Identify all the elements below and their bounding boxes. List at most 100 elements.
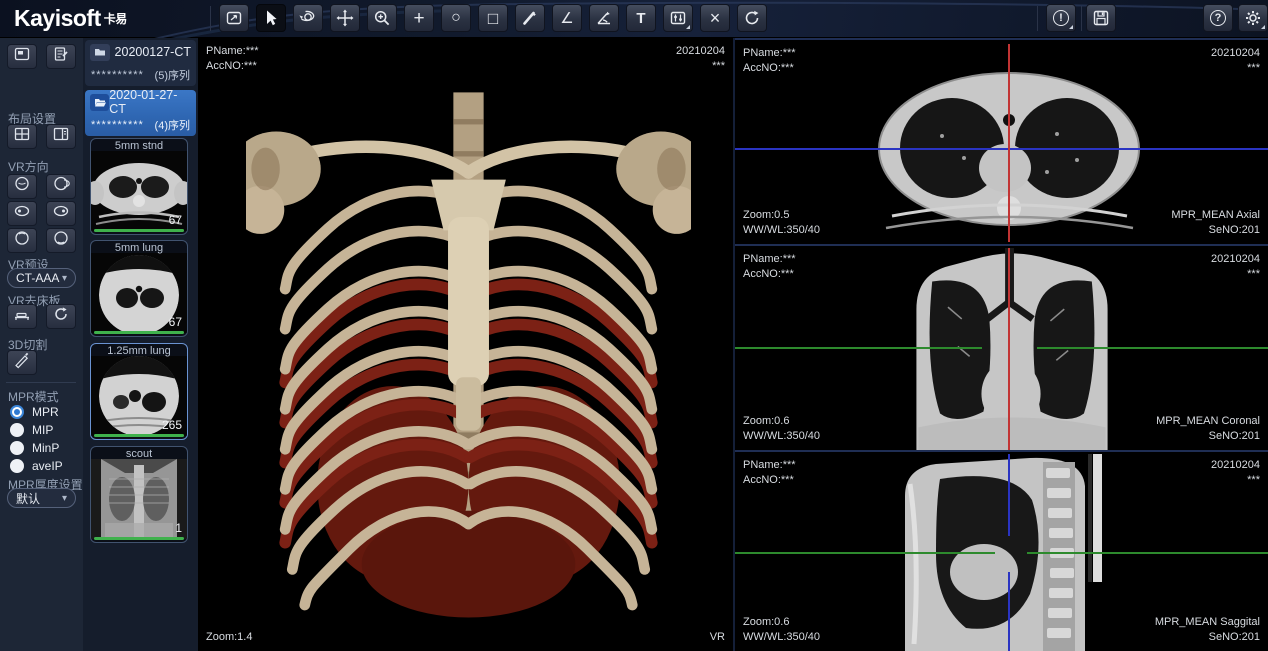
mpr-mode-radio-aveip[interactable]: aveIP [10,458,63,474]
vr-head-inferior-button[interactable] [46,228,76,253]
vr-ribcage-render [246,58,691,643]
rotate-3d-button[interactable] [293,4,323,32]
thumbnail-progress-bar [94,434,184,437]
study-date: 20200127-CT [115,45,191,59]
vr-preset-select[interactable]: CT-AAA ▾ [7,268,76,288]
exam-info-button[interactable]: ! [1046,4,1076,32]
mpr-wwwl: WW/WL:350/40 [743,223,820,238]
mpr-sagittal-viewport[interactable]: PName:*** AccNO:*** 20210204 *** Zoom:0.… [735,450,1268,651]
sagittal-crosshair-vertical-blue-bottom[interactable] [1008,572,1010,651]
mpr-pname: PName:*** [743,252,796,267]
layout-custom-button[interactable] [46,44,76,69]
mpr-seno: SeNO:201 [1171,223,1260,238]
thumbnail-label: 5mm stnd [91,140,187,152]
magnify-icon [372,8,392,28]
mpr-seno: SeNO:201 [1155,630,1260,645]
mpr-acc-masked: *** [1211,267,1260,282]
vr-head-left-button[interactable] [7,201,37,226]
mpr-mode-radio-mip[interactable]: MIP [10,422,53,438]
mpr-thickness-select[interactable]: 默认 ▾ [7,488,76,508]
cursor-tool-button[interactable] [256,4,286,32]
app-logo: Kayisoft卡易 [14,5,127,32]
mpr-pname: PName:*** [743,458,796,473]
logo-text: Kayisoft [14,5,101,31]
mpr-mode-radio-minp[interactable]: MinP [10,440,59,456]
sagittal-crosshair-vertical-blue-top[interactable] [1008,454,1010,536]
series-thumbnail-scout[interactable]: scout 1 [90,446,188,543]
series-panel: 20200127-CT ********** (5)序列 2020-01-27-… [83,38,198,651]
head-anterior-icon [13,175,31,198]
vr-head-superior-button[interactable] [7,228,37,253]
settings-button[interactable] [1238,4,1268,32]
thumbnail-scout-xray-image [91,459,187,539]
mpr-series-label: MPR_MEAN Axial [1171,208,1260,223]
save-image-button[interactable] [1086,4,1116,32]
sagittal-crosshair-horizontal-green-right[interactable] [1027,552,1268,554]
delete-annotation-button[interactable]: × [700,4,730,32]
sagittal-crosshair-horizontal-green-left[interactable] [735,552,995,554]
ellipse-roi-button[interactable]: ○ [441,4,471,32]
knife-icon [13,351,31,374]
series-layout-icon [224,8,244,28]
study-patient-masked: ********** [91,119,144,131]
radio-label: MinP [32,441,59,455]
bed-icon [13,305,31,328]
pan-tool-button[interactable] [330,4,360,32]
vr-head-anterior-button[interactable] [7,174,37,199]
vr-direction-label: VR方向 [8,158,49,175]
exam-info-icon: ! [1053,10,1069,26]
mpr-thickness-value: 默认 [16,490,40,507]
reset-view-button[interactable] [737,4,767,32]
thumbnail-progress-bar [94,331,184,334]
sidebar-divider [6,382,76,383]
logo-suffix: 卡易 [104,12,127,26]
axial-crosshair-horizontal-blue[interactable] [735,148,1268,150]
crosshair-move-button[interactable]: + [404,4,434,32]
chevron-down-icon: ▾ [62,493,67,504]
mpr-mode-radio-mpr[interactable]: MPR [10,404,59,420]
study-item[interactable]: 20200127-CT ********** (5)序列 [85,40,196,86]
head-posterior-icon [52,175,70,198]
text-annotation-button[interactable]: T [626,4,656,32]
axial-crosshair-vertical-red[interactable] [1008,44,1010,242]
cut3d-knife-button[interactable] [7,350,37,375]
vr-study-date: 20210204 [676,44,725,59]
series-thumbnail-125mm-lung[interactable]: 1.25mm lung 265 [90,343,188,440]
vr-head-posterior-button[interactable] [46,174,76,199]
window-level-button[interactable] [663,4,693,32]
folder-open-icon [90,94,109,111]
rect-roi-button[interactable]: □ [478,4,508,32]
mpr-series-label: MPR_MEAN Saggital [1155,615,1260,630]
magnify-tool-button[interactable] [367,4,397,32]
series-thumbnail-5mm-stnd[interactable]: 5mm stnd 67 [90,138,188,235]
coronal-crosshair-vertical-red[interactable] [1008,248,1010,450]
help-button[interactable]: ? [1203,4,1233,32]
remove-bed-button[interactable] [7,304,37,329]
radio-on-icon [10,405,24,419]
study-item-selected[interactable]: 2020-01-27-CT ********** (4)序列 [85,90,196,136]
thumbnail-image-number: 67 [169,213,182,227]
settings-gear-icon [1243,8,1263,28]
layout-split-button[interactable] [46,124,76,149]
layout-custom-icon [52,45,70,68]
layout-single-button[interactable] [7,44,37,69]
length-measure-button[interactable] [515,4,545,32]
series-thumbnail-5mm-lung[interactable]: 5mm lung 67 [90,240,188,337]
vr-zoom: Zoom:1.4 [206,630,252,645]
mpr-axial-viewport[interactable]: PName:*** AccNO:*** 20210204 *** Zoom:0.… [735,38,1268,244]
angle-measure-button[interactable]: ∠ [552,4,582,32]
vr-viewport[interactable]: PName:*** AccNO:*** 20210204 *** Zoom:1.… [198,38,733,651]
coronal-crosshair-horizontal-green-left[interactable] [735,347,982,349]
series-layout-button[interactable] [219,4,249,32]
coronal-crosshair-horizontal-green-right[interactable] [1037,347,1268,349]
toolbar-tools-group: + ○ □ ∠ T × [219,4,767,32]
restore-bed-button[interactable] [46,304,76,329]
vr-head-right-button[interactable] [46,201,76,226]
mpr-coronal-viewport[interactable]: PName:*** AccNO:*** 20210204 *** Zoom:0.… [735,244,1268,450]
mpr-series-label: MPR_MEAN Coronal [1156,414,1260,429]
length-measure-icon [520,8,540,28]
layout-grid-button[interactable] [7,124,37,149]
mpr-zoom: Zoom:0.5 [743,208,820,223]
cobb-angle-button[interactable] [589,4,619,32]
thumbnail-progress-bar [94,229,184,232]
